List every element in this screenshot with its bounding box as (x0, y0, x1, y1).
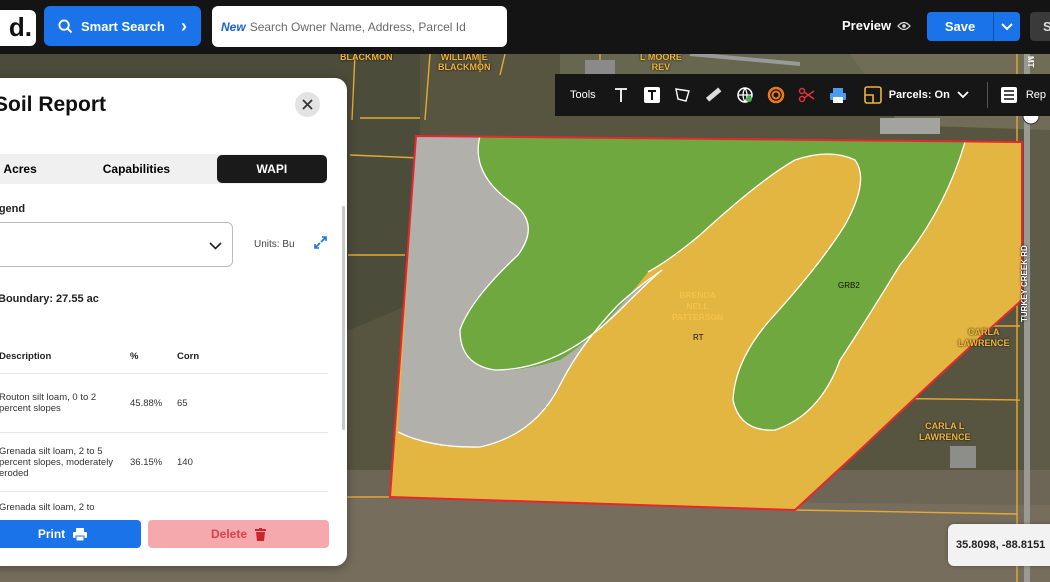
report-button[interactable]: Rep (1000, 86, 1046, 104)
save-button[interactable]: Save (927, 12, 1020, 41)
road-label: TURKEY CREEK RD (1020, 245, 1029, 322)
chevron-down-icon (957, 91, 969, 99)
save-label: Save (944, 19, 976, 34)
scissors-icon[interactable] (792, 80, 823, 110)
coordinates-readout: 35.8098, -88.8151 (948, 524, 1050, 566)
soil-table: Description % Corn Routon silt loam, 0 t… (0, 339, 328, 533)
owner-label: CARLA LAWRENCE (958, 327, 1010, 348)
smart-search-label: Smart Search (81, 18, 165, 34)
print-icon[interactable] (823, 80, 854, 110)
close-icon (302, 99, 313, 110)
boundary-acreage: Boundary: 27.55 ac (0, 293, 99, 305)
owner-label: BLACKMON (340, 54, 393, 62)
cell-description: Grenada silt loam, 2 to 5 percent slopes… (0, 432, 129, 492)
tab-acres[interactable]: Acres (0, 162, 50, 176)
building (950, 446, 976, 468)
chevron-right-icon: › (181, 15, 187, 36)
top-navigation-bar: d. Smart Search › New Preview Save S (0, 0, 1050, 54)
column-header-description[interactable]: Description (0, 339, 129, 374)
printer-icon (73, 527, 88, 541)
text-icon[interactable] (606, 80, 637, 110)
globe-icon[interactable] (730, 80, 761, 110)
ruler-icon[interactable] (699, 80, 730, 110)
polygon-icon[interactable] (668, 80, 699, 110)
crop-select[interactable]: n (0, 222, 233, 267)
print-label: Print (37, 527, 66, 541)
trash-icon (255, 527, 267, 541)
toolbar-divider (986, 82, 988, 108)
owner-search-input[interactable] (249, 19, 500, 34)
new-badge: New (221, 19, 246, 34)
cell-corn: 65 (176, 373, 328, 433)
table-row[interactable]: Grenada silt loam, 2 to 5 percent slopes… (0, 432, 328, 492)
delete-label: Delete (210, 527, 248, 541)
soil-report-panel: Soil Report Acres Capabilities WAPI Lege… (0, 78, 347, 566)
share-button[interactable]: S (1030, 12, 1050, 41)
map-tools-toolbar: Tools Parcels: On Rep (555, 74, 1050, 116)
parcels-label: Parcels: On (888, 89, 950, 101)
tools-label: Tools (570, 89, 596, 101)
search-icon (58, 18, 73, 33)
cell-percent: 45.88% (129, 373, 176, 433)
cell-corn: 140 (176, 432, 328, 492)
expand-icon[interactable] (314, 236, 327, 254)
smart-search-button[interactable]: Smart Search › (44, 6, 201, 46)
report-icon (1000, 87, 1017, 103)
column-header-corn[interactable]: Corn (176, 339, 328, 374)
tab-capabilities[interactable]: Capabilities (56, 162, 216, 176)
parcels-icon (863, 86, 882, 104)
cell-description: Routon silt loam, 0 to 2 percent slopes (0, 373, 129, 433)
owner-search-box[interactable]: New (212, 6, 507, 47)
soil-label-grb2: GRB2 (838, 281, 860, 290)
owner-label: BRENDA NELL PATTERSON (672, 290, 724, 322)
panel-scrollbar[interactable] (342, 206, 345, 430)
preview-label: Preview (842, 18, 892, 33)
owner-label: L MOORE REV (640, 54, 682, 72)
chevron-down-icon (209, 237, 222, 255)
building (585, 60, 615, 74)
panel-title: Soil Report (0, 93, 107, 116)
road-label: MT (1026, 56, 1035, 68)
ring-icon[interactable] (761, 80, 792, 110)
legend-label: Legend (0, 203, 26, 215)
parcels-toggle[interactable]: Parcels: On (863, 86, 969, 104)
text-box-icon[interactable] (637, 80, 668, 110)
save-dropdown-chevron-icon[interactable] (994, 19, 1020, 34)
eye-icon (897, 21, 912, 30)
delete-button[interactable]: Delete (148, 520, 329, 548)
close-button[interactable] (295, 92, 320, 117)
report-label: Rep (1025, 89, 1047, 101)
owner-label: WILLIAM E BLACKMON (438, 54, 491, 72)
column-header-percent[interactable]: % (129, 339, 176, 374)
app-logo[interactable]: d. (0, 10, 36, 46)
building (880, 118, 940, 134)
table-row[interactable]: Routon silt loam, 0 to 2 percent slopes … (0, 373, 328, 433)
report-tabs: Acres Capabilities WAPI (0, 154, 327, 184)
print-button[interactable]: Print (0, 520, 141, 548)
owner-label: CARLA L LAWRENCE (919, 421, 971, 442)
cell-percent: 36.15% (129, 432, 176, 492)
soil-label-rt: RT (693, 333, 704, 342)
table-header-row: Description % Corn (0, 339, 328, 374)
units-label: Units: Bu (254, 239, 295, 250)
preview-button[interactable]: Preview (842, 18, 912, 33)
tab-wapi[interactable]: WAPI (216, 155, 327, 183)
